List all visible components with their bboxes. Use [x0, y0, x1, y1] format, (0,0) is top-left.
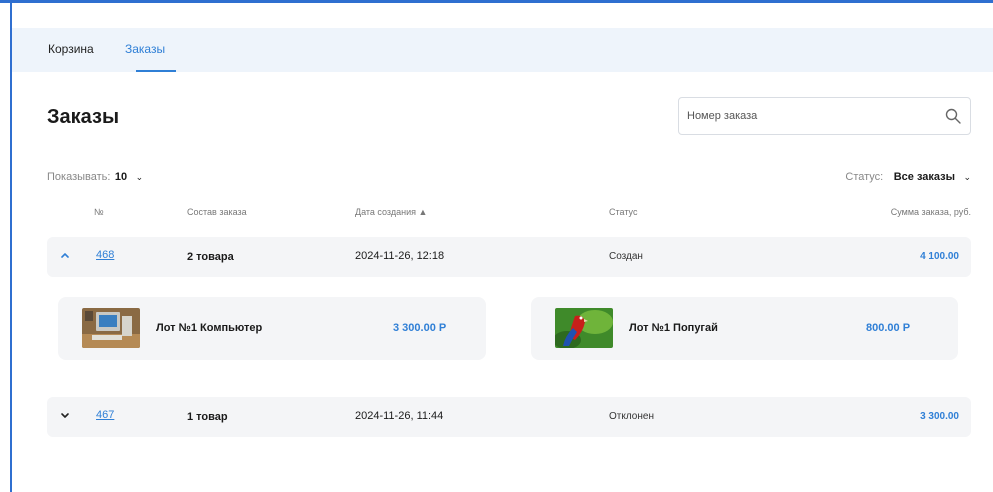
- order-status: Отклонен: [609, 411, 654, 422]
- page-size-label: Показывать:: [47, 171, 111, 183]
- order-search-box: [678, 97, 971, 135]
- active-tab-indicator: [136, 70, 176, 72]
- page-size-dropdown[interactable]: Показывать: 10 ⌄: [47, 167, 143, 185]
- order-row[interactable]: 467 1 товар 2024-11-26, 11:44 Отклонен 3…: [47, 397, 971, 437]
- order-created-date: 2024-11-26, 12:18: [355, 250, 445, 262]
- page-title: Заказы: [47, 106, 120, 128]
- tab-bar: Корзина Заказы: [12, 28, 993, 72]
- window-border-left: [10, 3, 12, 492]
- order-items-count: 2 товара: [187, 251, 234, 263]
- column-header-sum: Сумма заказа, руб.: [890, 207, 971, 217]
- order-created-date: 2024-11-26, 11:44: [355, 410, 444, 422]
- column-header-number: №: [94, 207, 104, 217]
- status-filter-dropdown[interactable]: Статус: Все заказы ⌄: [845, 167, 971, 185]
- order-items-count: 1 товар: [187, 411, 228, 423]
- item-price: 3 300.00 Р: [393, 322, 447, 334]
- chevron-up-icon[interactable]: [59, 249, 71, 261]
- order-number-search-input[interactable]: [687, 107, 927, 125]
- page-size-value: 10: [114, 171, 128, 183]
- chevron-down-icon[interactable]: [59, 409, 71, 421]
- chevron-down-icon: ⌄: [135, 172, 144, 182]
- order-row[interactable]: 468 2 товара 2024-11-26, 12:18 Создан 4 …: [47, 237, 971, 277]
- order-status: Создан: [609, 251, 643, 262]
- column-header-contents: Состав заказа: [187, 207, 247, 217]
- item-name: Лот №1 Попугай: [629, 322, 718, 334]
- chevron-down-icon: ⌄: [963, 172, 971, 182]
- status-filter-value: Все заказы: [893, 171, 955, 183]
- tab-orders[interactable]: Заказы: [125, 42, 165, 56]
- order-number-link[interactable]: 468: [96, 249, 114, 261]
- column-header-created-sort[interactable]: Дата создания ▲: [355, 207, 427, 217]
- parrot-image: [555, 308, 613, 348]
- column-header-status: Статус: [609, 207, 638, 217]
- item-name: Лот №1 Компьютер: [156, 322, 263, 334]
- tab-cart[interactable]: Корзина: [48, 42, 94, 56]
- computer-image: [82, 308, 140, 348]
- status-filter-label: Статус:: [845, 171, 884, 183]
- order-number-link[interactable]: 467: [96, 409, 114, 421]
- order-item-card: Лот №1 Компьютер 3 300.00 Р: [58, 297, 486, 360]
- item-price: 800.00 Р: [866, 322, 911, 334]
- order-sum: 3 300.00: [920, 411, 959, 422]
- order-item-card: Лот №1 Попугай 800.00 Р: [531, 297, 958, 360]
- order-sum: 4 100.00: [920, 251, 959, 262]
- window-border-top: [0, 0, 993, 3]
- search-icon[interactable]: [945, 108, 961, 124]
